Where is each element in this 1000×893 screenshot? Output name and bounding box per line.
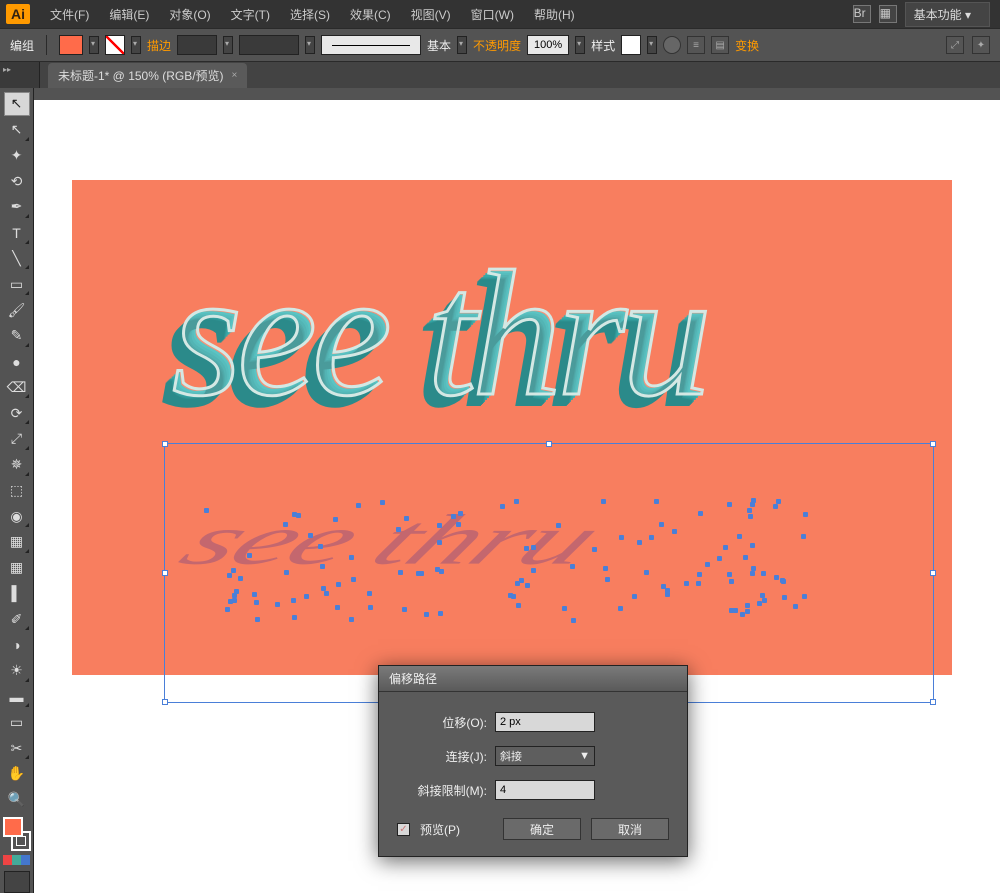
artboard: see thru see thru <box>72 180 952 675</box>
artwork-shadow-text: see thru <box>163 499 620 582</box>
panel-collapse-left[interactable] <box>0 62 40 88</box>
gradient-tool[interactable]: ▌ <box>4 582 30 606</box>
fill-dropdown[interactable] <box>89 36 99 54</box>
free-transform-tool[interactable]: ⬚ <box>4 479 30 503</box>
perspective-tool[interactable]: ▦ <box>4 530 30 554</box>
controlbar: 编组 描边 基本 不透明度 100% 样式 ≡ ▤ 变换 ⤢ ✦ <box>0 28 1000 62</box>
offset-input[interactable] <box>495 712 595 732</box>
fill-stroke-indicator[interactable] <box>3 817 31 851</box>
shape-builder-tool[interactable]: ◉ <box>4 504 30 528</box>
brush-def-label: 基本 <box>427 37 451 54</box>
arrange-icon[interactable]: ▦ <box>879 5 897 23</box>
isolate-icon[interactable]: ⤢ <box>946 36 964 54</box>
rectangle-tool[interactable]: ▭ <box>4 272 30 296</box>
symbol-sprayer-tool[interactable]: ☀ <box>4 659 30 683</box>
brush-def-dd[interactable] <box>457 36 467 54</box>
preview-checkbox[interactable]: ✓ <box>397 823 410 836</box>
fill-swatch[interactable] <box>59 35 83 55</box>
stroke-dropdown[interactable] <box>131 36 141 54</box>
artwork-3d-text: see thru <box>172 230 707 437</box>
magic-wand-tool[interactable]: ✦ <box>4 144 30 168</box>
menu-type[interactable]: 文字(T) <box>221 6 280 23</box>
menu-object[interactable]: 对象(O) <box>159 6 220 23</box>
paintbrush-tool[interactable]: 🖌 <box>4 298 30 322</box>
rotate-tool[interactable]: ⟳ <box>4 401 30 425</box>
artboard-tool[interactable]: ▭ <box>4 710 30 734</box>
hand-tool[interactable]: ✋ <box>4 762 30 786</box>
eyedropper-tool[interactable]: ✐ <box>4 607 30 631</box>
opacity-value[interactable]: 100% <box>527 35 569 55</box>
color-mode-row[interactable] <box>3 855 31 865</box>
menu-file[interactable]: 文件(F) <box>40 6 99 23</box>
mesh-tool[interactable]: ▦ <box>4 556 30 580</box>
cancel-button[interactable]: 取消 <box>591 818 669 840</box>
selection-mode: 编组 <box>10 37 34 54</box>
blend-tool[interactable]: ◑ <box>4 633 30 657</box>
align-icon[interactable]: ≡ <box>687 36 705 54</box>
document-tab[interactable]: 未标题-1* @ 150% (RGB/预览) × <box>48 63 247 88</box>
miter-input[interactable] <box>495 780 595 800</box>
menu-select[interactable]: 选择(S) <box>280 6 340 23</box>
graphic-style-swatch[interactable] <box>621 35 641 55</box>
menu-view[interactable]: 视图(V) <box>401 6 461 23</box>
dialog-title: 偏移路径 <box>379 666 687 692</box>
pen-tool[interactable]: ✒ <box>4 195 30 219</box>
eraser-tool[interactable]: ⌫ <box>4 375 30 399</box>
preview-label: 预览(P) <box>420 821 460 838</box>
style-dd[interactable] <box>647 36 657 54</box>
recolor-icon[interactable] <box>663 36 681 54</box>
menubar: Ai 文件(F) 编辑(E) 对象(O) 文字(T) 选择(S) 效果(C) 视… <box>0 0 1000 28</box>
fill-indicator[interactable] <box>3 817 23 837</box>
offset-path-dialog: 偏移路径 位移(O): 连接(J): 斜接▼ 斜接限制(M): ✓ 预览(P) … <box>378 665 688 857</box>
menu-window[interactable]: 窗口(W) <box>461 6 524 23</box>
opacity-dd[interactable] <box>575 36 585 54</box>
stroke-weight-dd[interactable] <box>223 36 233 54</box>
align-icon-2[interactable]: ▤ <box>711 36 729 54</box>
join-dropdown[interactable]: 斜接▼ <box>495 746 595 766</box>
transform-label[interactable]: 变换 <box>735 37 759 54</box>
document-tab-title: 未标题-1* @ 150% (RGB/预览) <box>58 67 224 84</box>
tabbar: 未标题-1* @ 150% (RGB/预览) × <box>0 62 1000 88</box>
miter-label: 斜接限制(M): <box>397 782 487 799</box>
join-label: 连接(J): <box>397 748 487 765</box>
app-logo: Ai <box>6 4 30 24</box>
brush-def-preview[interactable] <box>321 35 421 55</box>
edit-content-icon[interactable]: ✦ <box>972 36 990 54</box>
type-tool[interactable]: T <box>4 221 30 245</box>
toolbox: ↖ ↖ ✦ ⟲ ✒ T ╲ ▭ 🖌 ✎ ● ⌫ ⟳ ⤢ ✵ ⬚ ◉ ▦ ▦ ▌ … <box>0 88 34 893</box>
menu-edit[interactable]: 编辑(E) <box>99 6 159 23</box>
menu-help[interactable]: 帮助(H) <box>524 6 585 23</box>
style-label: 样式 <box>591 37 615 54</box>
blob-brush-tool[interactable]: ● <box>4 350 30 374</box>
pencil-tool[interactable]: ✎ <box>4 324 30 348</box>
stroke-label[interactable]: 描边 <box>147 37 171 54</box>
menu-effect[interactable]: 效果(C) <box>340 6 401 23</box>
lasso-tool[interactable]: ⟲ <box>4 169 30 193</box>
opacity-label[interactable]: 不透明度 <box>473 37 521 54</box>
handle-br[interactable] <box>930 699 936 705</box>
close-tab-icon[interactable]: × <box>232 70 238 81</box>
direct-selection-tool[interactable]: ↖ <box>4 118 30 142</box>
var-width-profile[interactable] <box>239 35 299 55</box>
column-graph-tool[interactable]: ▬ <box>4 685 30 709</box>
handle-bl[interactable] <box>162 699 168 705</box>
stroke-swatch[interactable] <box>105 35 125 55</box>
bridge-icon[interactable]: Br <box>853 5 871 23</box>
ok-button[interactable]: 确定 <box>503 818 581 840</box>
offset-label: 位移(O): <box>397 714 487 731</box>
stroke-weight-input[interactable] <box>177 35 217 55</box>
zoom-tool[interactable]: 🔍 <box>4 788 30 812</box>
workspace-dropdown[interactable]: 基本功能 ▾ <box>905 2 990 27</box>
var-width-dd[interactable] <box>305 36 315 54</box>
scale-tool[interactable]: ⤢ <box>4 427 30 451</box>
selection-tool[interactable]: ↖ <box>4 92 30 116</box>
line-tool[interactable]: ╲ <box>4 247 30 271</box>
slice-tool[interactable]: ✂ <box>4 736 30 760</box>
width-tool[interactable]: ✵ <box>4 453 30 477</box>
screen-mode-button[interactable] <box>4 871 30 893</box>
